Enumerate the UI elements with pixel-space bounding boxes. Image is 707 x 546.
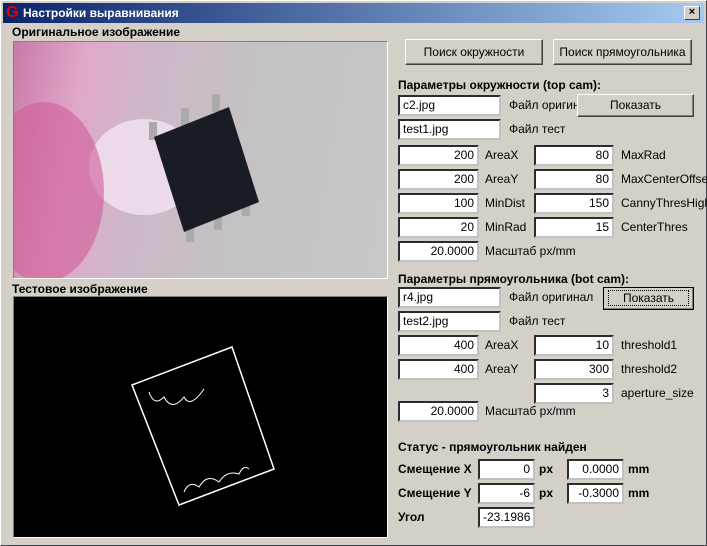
circle-maxrad-label: MaxRad: [621, 148, 666, 162]
offset-y-px-field: -6: [478, 483, 535, 504]
window-title: Настройки выравнивания: [23, 6, 179, 20]
rect-threshold2-input[interactable]: 300: [534, 359, 614, 380]
chip-photo: [14, 94, 259, 278]
rect-scale-label: Масштаб px/mm: [485, 404, 576, 418]
rect-file-test-input[interactable]: test2.jpg: [398, 311, 501, 332]
rect-show-button[interactable]: Показать: [603, 287, 694, 310]
circle-cannythreshigh-input[interactable]: 150: [534, 193, 614, 214]
rect-areax-label: AreaX: [485, 338, 519, 352]
find-circle-button[interactable]: Поиск окружности: [405, 39, 543, 65]
offset-y-mm-field: -0.3000: [567, 483, 624, 504]
angle-label: Угол: [398, 510, 425, 524]
circle-scale-input[interactable]: 20.0000: [398, 241, 479, 262]
circle-areax-label: AreaX: [485, 148, 519, 162]
rect-threshold1-input[interactable]: 10: [534, 335, 614, 356]
offset-x-mm-unit: mm: [628, 462, 650, 476]
offset-y-px-unit: px: [539, 486, 554, 500]
circle-params-header: Параметры окружности (top cam):: [398, 78, 601, 92]
circle-maxrad-input[interactable]: 80: [534, 145, 614, 166]
circle-centerthres-input[interactable]: 15: [534, 217, 614, 238]
offset-x-label: Смещение X: [398, 462, 472, 476]
circle-file-original-input[interactable]: c2.jpg: [398, 95, 501, 116]
circle-mindist-label: MinDist: [485, 196, 526, 210]
circle-areay-input[interactable]: 200: [398, 169, 479, 190]
rect-areay-input[interactable]: 400: [398, 359, 479, 380]
circle-maxcenteroffset-label: MaxCenterOffset: [621, 172, 707, 186]
offset-y-mm-unit: mm: [628, 486, 650, 500]
offset-x-px-unit: px: [539, 462, 554, 476]
test-image: [13, 296, 388, 538]
rect-file-original-label: Файл оригинал: [509, 290, 594, 304]
circle-minrad-label: MinRad: [485, 220, 527, 234]
close-button[interactable]: ×: [684, 6, 700, 20]
status-text: Статус - прямоугольник найден: [398, 440, 587, 454]
circle-file-test-input[interactable]: test1.jpg: [398, 119, 501, 140]
title-bar: G Настройки выравнивания ×: [3, 3, 704, 23]
rect-aperture-size-label: aperture_size: [621, 386, 694, 400]
rect-threshold2-label: threshold2: [621, 362, 678, 376]
offset-x-mm-field: 0.0000: [567, 459, 624, 480]
rect-params-header: Параметры прямоугольника (bot cam):: [398, 272, 629, 286]
circle-centerthres-label: CenterThres: [621, 220, 688, 234]
circle-cannythreshigh-label: CannyThresHigh: [621, 196, 707, 210]
settings-window: G Настройки выравнивания × Оригинальное …: [0, 0, 707, 546]
circle-maxcenteroffset-input[interactable]: 80: [534, 169, 614, 190]
rect-scale-input[interactable]: 20.0000: [398, 401, 479, 422]
rect-file-test-label: Файл тест: [509, 314, 566, 328]
circle-mindist-input[interactable]: 100: [398, 193, 479, 214]
circle-show-button[interactable]: Показать: [577, 94, 694, 117]
circle-areay-label: AreaY: [485, 172, 519, 186]
circle-scale-label: Масштаб px/mm: [485, 244, 576, 258]
rect-areax-input[interactable]: 400: [398, 335, 479, 356]
offset-x-px-field: 0: [478, 459, 535, 480]
offset-y-label: Смещение Y: [398, 486, 472, 500]
rect-threshold1-label: threshold1: [621, 338, 678, 352]
rect-file-original-input[interactable]: r4.jpg: [398, 287, 501, 308]
app-icon: G: [6, 4, 19, 21]
circle-file-test-label: Файл тест: [509, 122, 566, 136]
rect-show-button-label: Показать: [607, 290, 690, 306]
edge-image: [131, 346, 275, 506]
test-image-label: Тестовое изображение: [12, 282, 148, 296]
circle-areax-input[interactable]: 200: [398, 145, 479, 166]
circle-minrad-input[interactable]: 20: [398, 217, 479, 238]
original-image-label: Оригинальное изображение: [12, 25, 181, 39]
original-image: [13, 41, 388, 279]
rect-areay-label: AreaY: [485, 362, 519, 376]
angle-field: -23.1986: [478, 507, 535, 528]
find-rectangle-button[interactable]: Поиск прямоугольника: [553, 39, 692, 65]
